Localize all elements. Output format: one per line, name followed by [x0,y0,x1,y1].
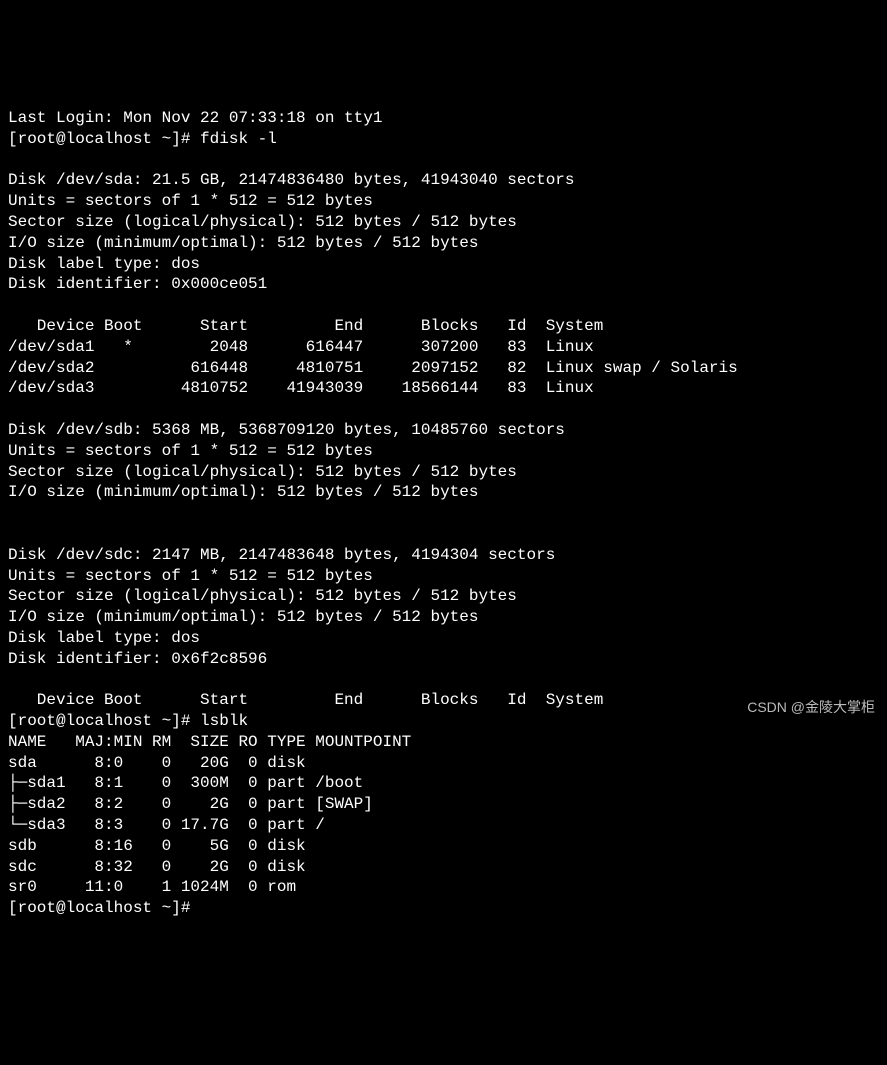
partition-row-sda2: /dev/sda2 616448 4810751 2097152 82 Linu… [8,359,738,377]
partition-table-header: Device Boot Start End Blocks Id System [8,691,603,709]
last-login-line: Last Login: Mon Nov 22 07:33:18 on tty1 [8,109,382,127]
lsblk-row-sda: sda 8:0 0 20G 0 disk [8,754,315,772]
disk-sda-header: Disk /dev/sda: 21.5 GB, 21474836480 byte… [8,171,575,189]
units-line: Units = sectors of 1 * 512 = 512 bytes [8,442,373,460]
shell-prompt: [root@localhost ~]# [8,130,200,148]
disk-identifier-sda: Disk identifier: 0x000ce051 [8,275,267,293]
sector-size-line: Sector size (logical/physical): 512 byte… [8,463,517,481]
lsblk-row-sda1: ├─sda1 8:1 0 300M 0 part /boot [8,774,363,792]
sector-size-line: Sector size (logical/physical): 512 byte… [8,587,517,605]
disk-identifier-sdc: Disk identifier: 0x6f2c8596 [8,650,267,668]
command-lsblk[interactable]: lsblk [200,712,248,730]
partition-row-sda1: /dev/sda1 * 2048 616447 307200 83 Linux [8,338,594,356]
io-size-line: I/O size (minimum/optimal): 512 bytes / … [8,608,478,626]
partition-table-header: Device Boot Start End Blocks Id System [8,317,603,335]
lsblk-row-sr0: sr0 11:0 1 1024M 0 rom [8,878,315,896]
command-fdisk[interactable]: fdisk -l [200,130,277,148]
io-size-line: I/O size (minimum/optimal): 512 bytes / … [8,483,478,501]
disk-sdc-header: Disk /dev/sdc: 2147 MB, 2147483648 bytes… [8,546,555,564]
terminal-output: Last Login: Mon Nov 22 07:33:18 on tty1 … [8,87,879,919]
disk-label-line: Disk label type: dos [8,629,200,647]
lsblk-row-sdc: sdc 8:32 0 2G 0 disk [8,858,315,876]
lsblk-header: NAME MAJ:MIN RM SIZE RO TYPE MOUNTPOINT [8,733,411,751]
units-line: Units = sectors of 1 * 512 = 512 bytes [8,192,373,210]
partition-row-sda3: /dev/sda3 4810752 41943039 18566144 83 L… [8,379,594,397]
units-line: Units = sectors of 1 * 512 = 512 bytes [8,567,373,585]
watermark-text: CSDN @金陵大掌柜 [747,698,875,716]
lsblk-row-sda2: ├─sda2 8:2 0 2G 0 part [SWAP] [8,795,373,813]
sector-size-line: Sector size (logical/physical): 512 byte… [8,213,517,231]
shell-prompt: [root@localhost ~]# [8,712,200,730]
lsblk-row-sdb: sdb 8:16 0 5G 0 disk [8,837,315,855]
shell-prompt[interactable]: [root@localhost ~]# [8,899,200,917]
disk-sdb-header: Disk /dev/sdb: 5368 MB, 5368709120 bytes… [8,421,565,439]
io-size-line: I/O size (minimum/optimal): 512 bytes / … [8,234,478,252]
disk-label-line: Disk label type: dos [8,255,200,273]
lsblk-row-sda3: └─sda3 8:3 0 17.7G 0 part / [8,816,325,834]
